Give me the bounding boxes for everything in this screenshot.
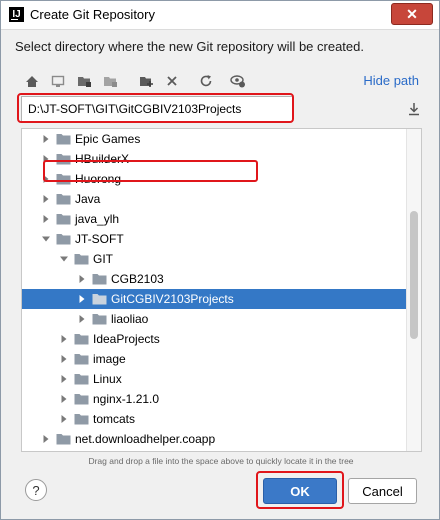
tree-item[interactable]: JT-SOFT <box>22 229 407 249</box>
new-folder-icon[interactable] <box>137 71 155 91</box>
close-button[interactable]: ✕ <box>391 3 433 25</box>
tree-item-label: GitCGBIV2103Projects <box>111 292 234 306</box>
desktop-icon[interactable] <box>49 71 67 91</box>
drag-drop-hint: Drag and drop a file into the space abov… <box>88 456 354 466</box>
folder-icon <box>92 313 107 325</box>
tree-item-label: net.downloadhelper.coapp <box>75 432 216 446</box>
tree-item-label: Epic Games <box>75 132 141 146</box>
show-hidden-icon[interactable] <box>229 71 247 91</box>
folder-icon <box>56 133 71 145</box>
tree-item-label: nginx-1.21.0 <box>93 392 160 406</box>
tree-item[interactable]: Huorong <box>22 169 407 189</box>
home-icon[interactable] <box>23 71 41 91</box>
folder-icon <box>74 373 89 385</box>
cancel-button[interactable]: Cancel <box>348 478 417 504</box>
collapse-right-arrow-icon[interactable] <box>40 189 52 209</box>
collapse-right-arrow-icon[interactable] <box>40 149 52 169</box>
expand-down-arrow-icon[interactable] <box>58 249 70 269</box>
folder-icon <box>56 213 71 225</box>
tree-item-label: IdeaProjects <box>93 332 160 346</box>
tree-item-label: HBuilderX <box>75 152 130 166</box>
hide-path-link[interactable]: Hide path <box>363 73 419 88</box>
tree-vertical-scrollbar[interactable] <box>406 129 421 451</box>
collapse-right-arrow-icon[interactable] <box>76 269 88 289</box>
tree-item-label: java_ylh <box>75 212 120 226</box>
tree-item[interactable]: tomcats <box>22 409 407 429</box>
tree-item[interactable]: java_ylh <box>22 209 407 229</box>
folder-icon <box>74 333 89 345</box>
collapse-right-arrow-icon[interactable] <box>58 329 70 349</box>
tree-item[interactable]: Epic Games <box>22 129 407 149</box>
delete-icon[interactable] <box>163 71 181 91</box>
folder-icon <box>56 153 71 165</box>
folder-icon <box>74 253 89 265</box>
tree-item-label: image <box>93 352 126 366</box>
download-icon[interactable] <box>406 101 422 117</box>
collapse-right-arrow-icon[interactable] <box>40 129 52 149</box>
collapse-right-arrow-icon[interactable] <box>58 389 70 409</box>
tree-item-label: CGB2103 <box>111 272 164 286</box>
tree-item-label: Huorong <box>75 172 122 186</box>
tree-item[interactable]: GitCGBIV2103Projects <box>22 289 407 309</box>
dialog-description: Select directory where the new Git repos… <box>15 39 364 54</box>
file-chooser-toolbar <box>23 71 323 91</box>
tree-item-label: JT-SOFT <box>75 232 124 246</box>
tree-item-label: Java <box>75 192 101 206</box>
tree-item[interactable]: CGB2103 <box>22 269 407 289</box>
create-git-repository-dialog: IJ Create Git Repository ✕ Select direct… <box>0 0 440 520</box>
ok-button[interactable]: OK <box>263 478 337 504</box>
tree-item[interactable]: Java <box>22 189 407 209</box>
folder-icon <box>92 293 107 305</box>
tree-item[interactable]: IdeaProjects <box>22 329 407 349</box>
folder-icon <box>74 413 89 425</box>
project-folder-icon[interactable] <box>75 71 93 91</box>
module-folder-icon[interactable] <box>101 71 119 91</box>
path-row <box>17 93 422 123</box>
collapse-right-arrow-icon[interactable] <box>58 349 70 369</box>
refresh-icon[interactable] <box>197 71 215 91</box>
folder-icon <box>74 353 89 365</box>
folder-icon <box>56 233 71 245</box>
folder-icon <box>56 193 71 205</box>
expand-down-arrow-icon[interactable] <box>40 229 52 249</box>
tree-item[interactable]: HBuilderX <box>22 149 407 169</box>
intellij-app-icon: IJ <box>9 7 24 22</box>
tree-item[interactable]: GIT <box>22 249 407 269</box>
tree-item-label: liaoliao <box>111 312 149 326</box>
folder-icon <box>92 273 107 285</box>
collapse-right-arrow-icon[interactable] <box>76 289 88 309</box>
tree-item-label: tomcats <box>93 412 136 426</box>
collapse-right-arrow-icon[interactable] <box>76 309 88 329</box>
collapse-right-arrow-icon[interactable] <box>58 409 70 429</box>
tree-item-label: Linux <box>93 372 122 386</box>
tree-item[interactable]: nginx-1.21.0 <box>22 389 407 409</box>
folder-icon <box>56 173 71 185</box>
tree-item[interactable]: image <box>22 349 407 369</box>
scrollbar-thumb[interactable] <box>410 211 418 339</box>
collapse-right-arrow-icon[interactable] <box>40 429 52 449</box>
help-button[interactable]: ? <box>25 479 47 501</box>
tree-item[interactable]: liaoliao <box>22 309 407 329</box>
collapse-right-arrow-icon[interactable] <box>58 369 70 389</box>
tree-item[interactable]: Linux <box>22 369 407 389</box>
folder-icon <box>74 393 89 405</box>
title-bar: IJ Create Git Repository ✕ <box>1 1 439 30</box>
tree-item-label: GIT <box>93 252 113 266</box>
collapse-right-arrow-icon[interactable] <box>40 209 52 229</box>
tree-item[interactable]: net.downloadhelper.coapp <box>22 429 407 449</box>
path-input[interactable] <box>21 96 293 122</box>
directory-tree[interactable]: Epic Games HBuilderX Huorong Java java_ylh JT… <box>21 128 422 452</box>
collapse-right-arrow-icon[interactable] <box>40 169 52 189</box>
dialog-title: Create Git Repository <box>30 7 155 22</box>
folder-icon <box>56 433 71 445</box>
